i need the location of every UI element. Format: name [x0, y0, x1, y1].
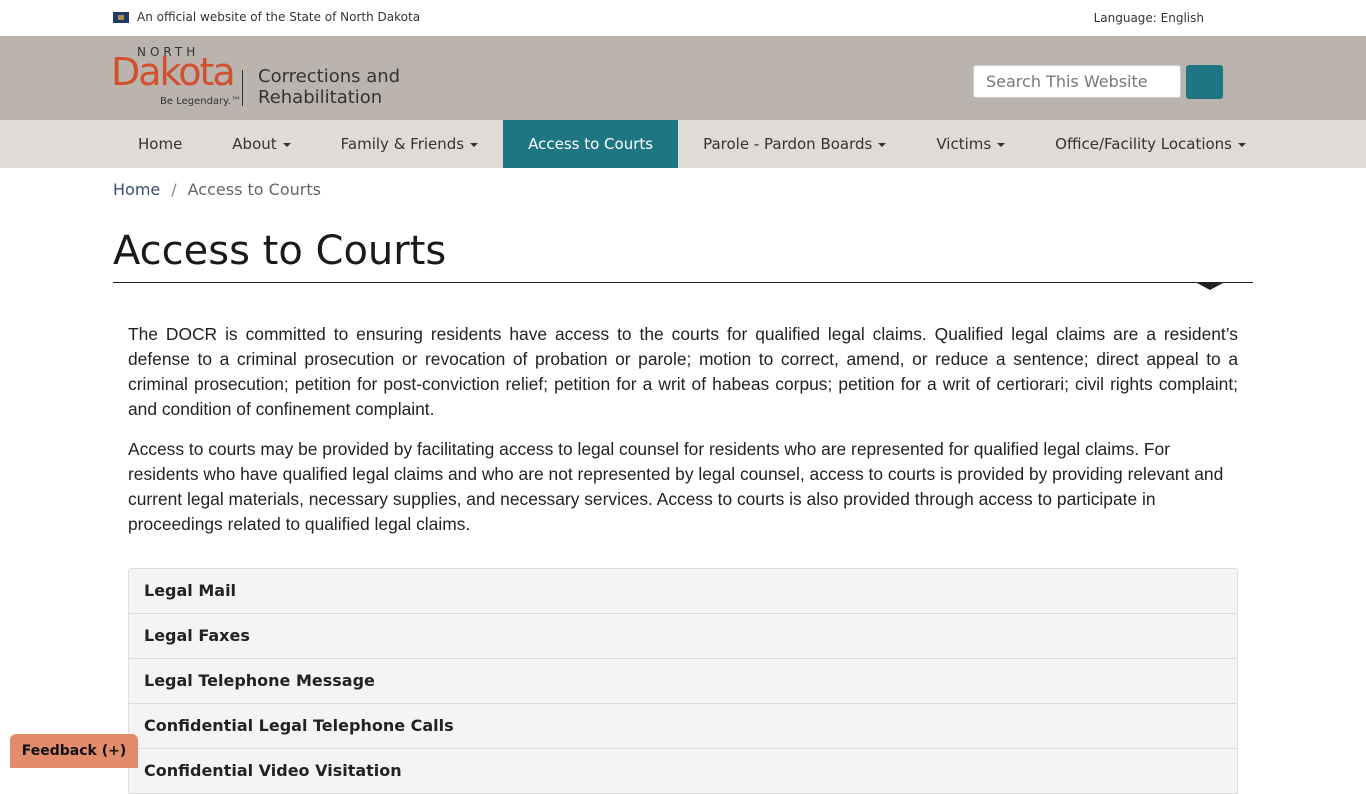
logo-divider [242, 70, 243, 106]
breadcrumb-home[interactable]: Home [113, 180, 160, 199]
nd-flag-icon [113, 12, 129, 23]
accordion-legal-mail[interactable]: Legal Mail [129, 569, 1237, 614]
title-notch-icon [1197, 283, 1223, 290]
caret-down-icon [1238, 142, 1246, 147]
nav-parole-pardon-label: Parole - Pardon Boards [703, 135, 873, 153]
caret-down-icon [878, 142, 887, 147]
nav-about[interactable]: About [207, 120, 315, 168]
department-name: Corrections and Rehabilitation [258, 66, 401, 108]
accordion: Legal Mail Legal Faxes Legal Telephone M… [128, 568, 1238, 794]
nav-access-to-courts-label: Access to Courts [528, 135, 654, 153]
breadcrumb: Home / Access to Courts [0, 168, 1366, 210]
site-header: NORTH Dakota Be Legendary.™ Corrections … [0, 36, 1366, 120]
search-input[interactable] [973, 65, 1181, 98]
feedback-button[interactable]: Feedback (+) [10, 734, 138, 768]
nav-access-to-courts[interactable]: Access to Courts [503, 120, 679, 168]
accordion-legal-faxes[interactable]: Legal Faxes [129, 614, 1237, 659]
language-selector[interactable]: Language: English [1094, 11, 1204, 25]
nav-family-friends-label: Family & Friends [340, 135, 465, 153]
accordion-confidential-video-visitation[interactable]: Confidential Video Visitation [129, 749, 1237, 794]
logo-dakota: Dakota [111, 50, 236, 94]
nav-about-label: About [232, 135, 277, 153]
breadcrumb-separator: / [171, 180, 177, 199]
intro-paragraph: The DOCR is committed to ensuring reside… [128, 324, 1238, 419]
title-area: Access to Courts [0, 210, 1366, 290]
accordion-legal-telephone-message[interactable]: Legal Telephone Message [129, 659, 1237, 704]
search-button[interactable] [1186, 65, 1223, 99]
main-content: The DOCR is committed to ensuring reside… [113, 322, 1253, 794]
nav-home[interactable]: Home [113, 120, 207, 168]
nav-victims-label: Victims [936, 135, 992, 153]
official-site-text: An official website of the State of Nort… [137, 10, 421, 24]
logo-tagline: Be Legendary.™ [160, 96, 241, 107]
caret-down-icon [997, 142, 1006, 147]
nd-logo[interactable]: NORTH Dakota Be Legendary.™ Corrections … [111, 44, 400, 114]
title-divider [113, 282, 1253, 283]
nav-home-label: Home [138, 135, 183, 153]
main-nav: Home About Family & Friends Access to Co… [0, 120, 1366, 168]
nav-parole-pardon[interactable]: Parole - Pardon Boards [678, 120, 911, 168]
nav-office-locations-label: Office/Facility Locations [1055, 135, 1232, 153]
nav-family-friends[interactable]: Family & Friends [316, 120, 503, 168]
nav-victims[interactable]: Victims [911, 120, 1030, 168]
nav-office-locations[interactable]: Office/Facility Locations [1030, 120, 1271, 168]
caret-down-icon [282, 142, 291, 147]
accordion-confidential-legal-calls[interactable]: Confidential Legal Telephone Calls [129, 704, 1237, 749]
official-bar: An official website of the State of Nort… [0, 0, 1366, 36]
breadcrumb-current: Access to Courts [187, 180, 321, 199]
caret-down-icon [470, 142, 479, 147]
page-title: Access to Courts [113, 228, 447, 274]
access-paragraph: Access to courts may be provided by faci… [128, 439, 1224, 534]
